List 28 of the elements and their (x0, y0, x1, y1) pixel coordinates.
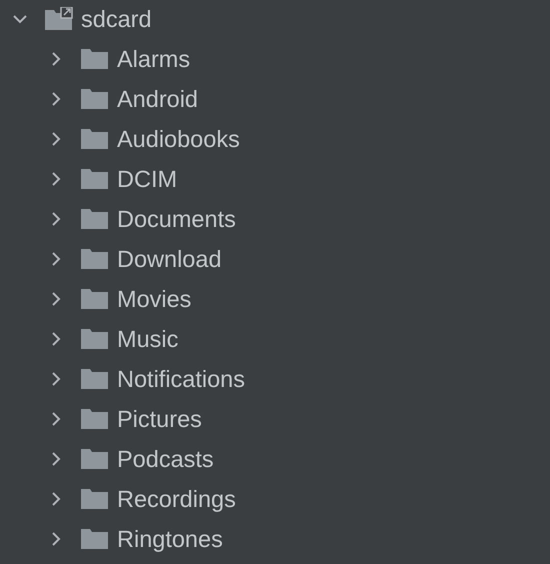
folder-icon (80, 127, 109, 151)
folder-name[interactable]: Android (117, 85, 198, 113)
folder-icon (80, 287, 109, 311)
folder-name[interactable]: Alarms (117, 45, 190, 73)
folder-icon (80, 447, 109, 471)
folder-name[interactable]: Download (117, 245, 222, 273)
folder-name[interactable]: Audiobooks (117, 125, 240, 153)
folder-icon (80, 527, 109, 551)
folder-icon (80, 247, 109, 271)
folder-icon (80, 167, 109, 191)
folder-name[interactable]: Movies (117, 285, 192, 313)
linked-folder-icon (44, 7, 73, 31)
folder-icon (80, 407, 109, 431)
folder-name[interactable]: Notifications (117, 365, 245, 393)
folder-icon (80, 487, 109, 511)
folder-name[interactable]: Pictures (117, 405, 202, 433)
folder-icon (80, 367, 109, 391)
folder-icon (80, 87, 109, 111)
folder-icon (80, 327, 109, 351)
folder-name[interactable]: sdcard (81, 5, 152, 33)
folder-icon (80, 47, 109, 71)
folder-name[interactable]: Podcasts (117, 445, 214, 473)
folder-name[interactable]: Documents (117, 205, 236, 233)
folder-name[interactable]: DCIM (117, 165, 178, 193)
folder-name[interactable]: Recordings (117, 485, 236, 513)
folder-name[interactable]: Music (117, 325, 178, 353)
folder-icon (80, 207, 109, 231)
folder-name[interactable]: Ringtones (117, 525, 223, 553)
